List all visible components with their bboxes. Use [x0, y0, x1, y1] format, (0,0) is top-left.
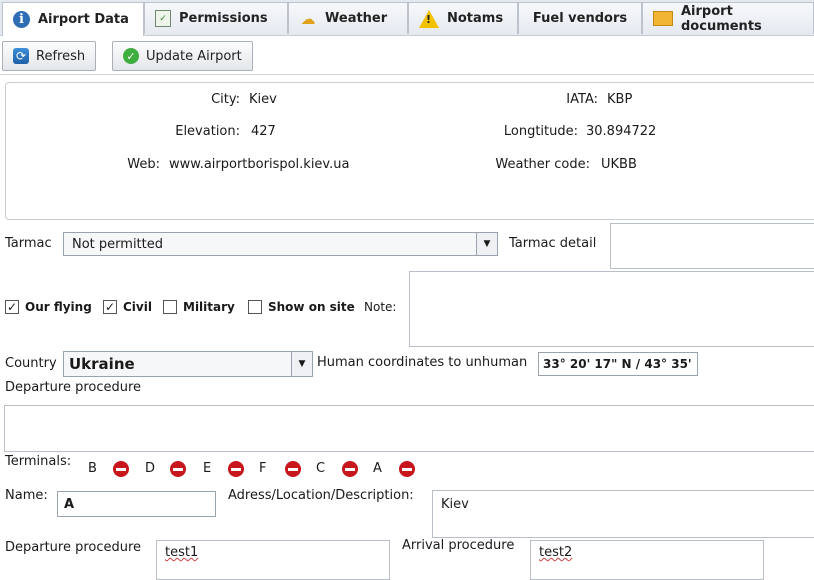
address-label: Adress/Location/Description: — [228, 488, 414, 503]
refresh-label: Refresh — [36, 48, 86, 64]
checkbox-unchecked-icon — [163, 300, 177, 314]
tab-airport-data[interactable]: i Airport Data — [2, 2, 144, 36]
chevron-down-icon[interactable]: ▼ — [476, 233, 497, 255]
terminal-name[interactable]: D — [145, 461, 155, 476]
checkbox-label: Show on site — [268, 300, 355, 314]
city-value: Kiev — [249, 92, 277, 107]
checkbox-checked-icon: ✓ — [5, 300, 19, 314]
departure-procedure-field[interactable] — [4, 405, 814, 452]
update-label: Update Airport — [146, 48, 242, 64]
terminals-label: Terminals: — [5, 454, 72, 469]
country-select[interactable]: Ukraine ▼ — [63, 351, 313, 377]
tab-label: Notams — [447, 11, 504, 26]
longitude-label: Longtitude: — [503, 124, 578, 139]
web-label: Web: — [127, 157, 160, 172]
civil-checkbox[interactable]: ✓ Civil — [103, 300, 152, 314]
tarmac-label: Tarmac — [5, 236, 52, 251]
check-icon: ✓ — [123, 48, 139, 64]
elevation-value: 427 — [251, 124, 276, 139]
iata-value: KBP — [607, 92, 633, 107]
military-checkbox[interactable]: Military — [163, 300, 235, 314]
checkbox-label: Civil — [123, 300, 152, 314]
remove-terminal-icon[interactable] — [113, 461, 129, 477]
iata-label: IATA: — [566, 92, 598, 107]
refresh-icon: ⟳ — [13, 48, 29, 64]
terminal-name[interactable]: E — [203, 461, 211, 476]
permissions-icon: ✓ — [155, 10, 171, 27]
country-label: Country — [5, 356, 57, 371]
country-value: Ukraine — [69, 355, 135, 373]
warning-icon — [419, 9, 439, 28]
refresh-button[interactable]: ⟳ Refresh — [2, 41, 97, 71]
tab-label: Airport Data — [38, 12, 129, 27]
tab-label: Airport documents — [681, 3, 762, 34]
remove-terminal-icon[interactable] — [342, 461, 358, 477]
tarmac-detail-field[interactable] — [610, 223, 814, 269]
tab-label: Permissions — [179, 11, 268, 26]
terminal-departure-label: Departure procedure — [5, 540, 142, 555]
checkbox-label: Our flying — [25, 300, 92, 314]
terminal-name[interactable]: C — [316, 461, 325, 476]
tab-fuel-vendors[interactable]: Fuel vendors — [518, 2, 642, 34]
tab-bar: i Airport Data ✓ Permissions ☁ Weather N… — [0, 0, 814, 36]
documents-icon — [653, 11, 673, 26]
web-value: www.airportborispol.kiev.ua — [169, 157, 350, 172]
arrival-procedure-label: Arrival procedure — [402, 538, 515, 553]
airport-info-panel — [5, 82, 814, 220]
weather-code-value: UKBB — [601, 157, 637, 172]
tab-permissions[interactable]: ✓ Permissions — [144, 2, 288, 34]
weather-icon: ☁ — [300, 9, 316, 28]
name-input[interactable]: A — [57, 491, 216, 517]
city-label: City: — [211, 92, 240, 107]
coords-label: Human coordinates to unhuman — [317, 355, 528, 370]
tab-airport-documents[interactable]: Airport documents — [642, 2, 814, 34]
terminal-departure-field[interactable]: test1 — [156, 540, 390, 580]
tarmac-detail-label: Tarmac detail — [509, 236, 597, 251]
departure-procedure-label: Departure procedure — [5, 380, 142, 395]
checkbox-unchecked-icon — [248, 300, 262, 314]
terminal-name[interactable]: F — [259, 461, 266, 476]
longitude-value: 30.894722 — [586, 124, 657, 139]
info-icon: i — [13, 11, 30, 28]
elevation-label: Elevation: — [175, 124, 240, 139]
tab-label: Weather — [325, 11, 388, 26]
address-field[interactable]: Kiev — [432, 490, 814, 538]
tab-label: Fuel vendors — [532, 11, 628, 26]
weather-code-label: Weather code: — [495, 157, 590, 172]
toolbar-divider — [0, 74, 814, 75]
tab-notams[interactable]: Notams — [408, 2, 518, 34]
note-field[interactable] — [409, 271, 814, 347]
tab-weather[interactable]: ☁ Weather — [288, 2, 408, 34]
remove-terminal-icon[interactable] — [399, 461, 415, 477]
remove-terminal-icon[interactable] — [170, 461, 186, 477]
our-flying-checkbox[interactable]: ✓ Our flying — [5, 300, 92, 314]
tarmac-value: Not permitted — [72, 236, 163, 252]
arrival-procedure-field[interactable]: test2 — [530, 540, 764, 580]
remove-terminal-icon[interactable] — [285, 461, 301, 477]
chevron-down-icon[interactable]: ▼ — [291, 352, 312, 376]
remove-terminal-icon[interactable] — [228, 461, 244, 477]
coords-input[interactable]: 33° 20' 17" N / 43° 35' — [538, 352, 698, 376]
show-on-site-checkbox[interactable]: Show on site — [248, 300, 355, 314]
terminal-name[interactable]: B — [88, 461, 97, 476]
terminal-name[interactable]: A — [373, 461, 382, 476]
update-airport-button[interactable]: ✓ Update Airport — [112, 41, 253, 71]
note-label: Note: — [364, 300, 397, 314]
name-label: Name: — [5, 488, 48, 503]
tarmac-select[interactable]: Not permitted ▼ — [63, 232, 498, 256]
checkbox-label: Military — [183, 300, 235, 314]
checkbox-checked-icon: ✓ — [103, 300, 117, 314]
